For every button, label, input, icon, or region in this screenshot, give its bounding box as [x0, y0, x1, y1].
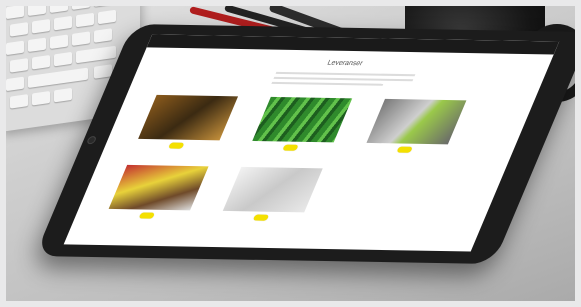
- card[interactable]: [219, 166, 323, 221]
- greenhouse-photo: [252, 96, 353, 143]
- site-plan-photo: [222, 166, 323, 213]
- card-button[interactable]: [252, 214, 270, 221]
- card[interactable]: [248, 96, 353, 151]
- workers-photo: [366, 98, 467, 145]
- card[interactable]: [105, 164, 209, 219]
- tablet-home-button: [85, 136, 98, 145]
- tablet-screen: Leveranser: [63, 34, 560, 252]
- card[interactable]: [363, 98, 467, 153]
- intro-text-lines: [270, 71, 416, 89]
- page-heading: Leveranser: [326, 59, 364, 68]
- card[interactable]: [134, 94, 239, 149]
- card-button[interactable]: [282, 144, 299, 151]
- tablet: Leveranser: [34, 23, 581, 265]
- warehouse-photo: [138, 94, 239, 141]
- card-button[interactable]: [396, 146, 413, 153]
- workers-hivis-photo: [108, 164, 209, 211]
- site-nav: [516, 44, 552, 45]
- card-button[interactable]: [168, 142, 185, 149]
- desk-scene: Leveranser: [0, 0, 581, 307]
- card-button[interactable]: [138, 212, 156, 219]
- site-header: [146, 34, 560, 55]
